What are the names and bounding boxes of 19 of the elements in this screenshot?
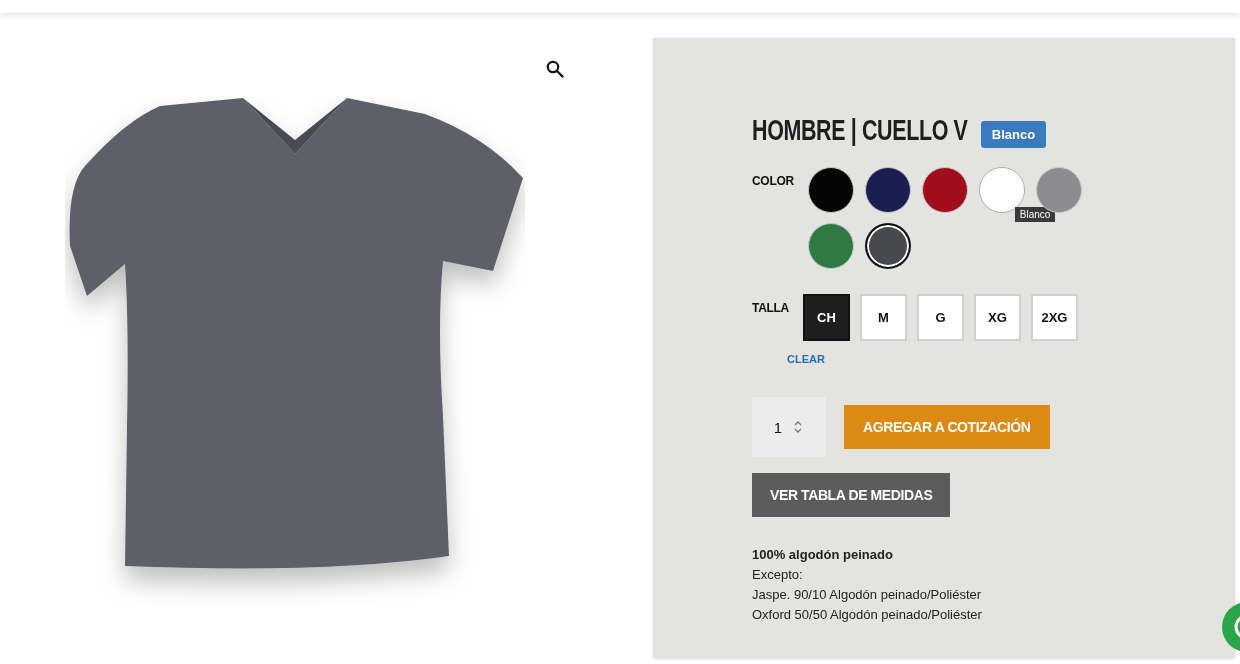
search-icon[interactable]	[546, 60, 564, 78]
product-title: HOMBRE | CUELLO V	[752, 113, 968, 147]
color-swatch[interactable]	[864, 223, 911, 269]
quantity-field[interactable]: 1	[752, 397, 826, 457]
color-label: COLOR	[752, 173, 794, 189]
description-line: 100% algodón peinado	[752, 546, 894, 564]
size-chart-button[interactable]: VER TABLA DE MEDIDAS	[752, 473, 951, 517]
description-line: Jaspe. 90/10 Algodón peinado/Poliéster	[752, 586, 983, 604]
description-line: Excepto:	[752, 566, 804, 584]
tooltip: Blanco	[1014, 207, 1056, 222]
size-option[interactable]: G	[916, 294, 964, 341]
clear-link[interactable]: CLEAR	[787, 353, 825, 365]
size-option[interactable]: 2XG	[1030, 294, 1078, 341]
description-line: Oxford 50/50 Algodón peinado/Poliéster	[752, 606, 983, 624]
tooltip: Blanco	[980, 121, 1047, 148]
size-option[interactable]: CH	[802, 294, 850, 341]
size-option[interactable]: M	[859, 294, 907, 341]
size-option[interactable]: XG	[973, 294, 1021, 341]
size-label: TALLA	[752, 300, 789, 316]
